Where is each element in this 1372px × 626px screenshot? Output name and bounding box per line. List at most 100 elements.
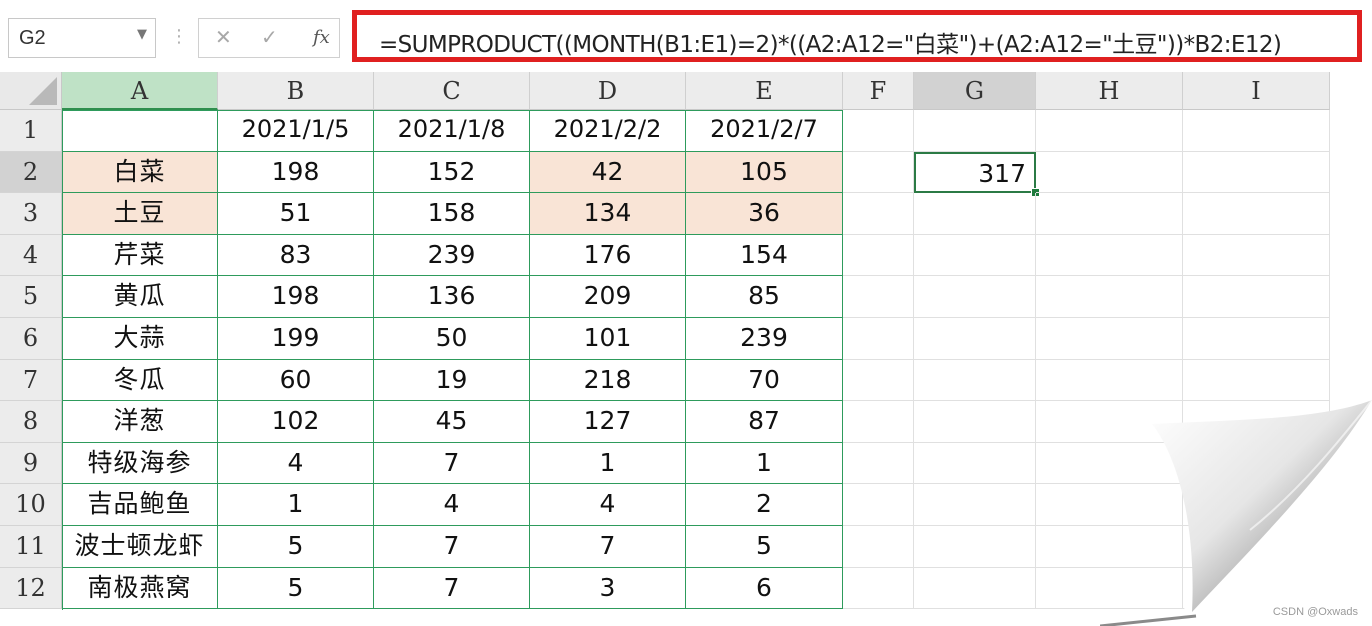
cell-h5[interactable] [1036, 276, 1183, 318]
cell-e6[interactable]: 239 [686, 318, 843, 360]
row-header-5[interactable]: 5 [0, 276, 62, 318]
column-header-h[interactable]: H [1036, 72, 1183, 110]
cell-a2[interactable]: 白菜 [62, 151, 218, 194]
cell-i3[interactable] [1183, 193, 1330, 235]
cell-f10[interactable] [843, 484, 914, 526]
cell-a7[interactable]: 冬瓜 [62, 359, 218, 402]
cell-a10[interactable]: 吉品鲍鱼 [62, 484, 218, 526]
cell-a5[interactable]: 黄瓜 [62, 276, 218, 318]
cell-c4[interactable]: 239 [374, 234, 530, 277]
cell-g4[interactable] [914, 234, 1036, 277]
cell-b1[interactable]: 2021/1/5 [218, 110, 374, 152]
cell-b12[interactable]: 5 [218, 567, 374, 610]
cell-f4[interactable] [843, 234, 914, 277]
cell-g1[interactable] [914, 110, 1036, 152]
cell-e10[interactable]: 2 [686, 484, 843, 526]
cell-a12[interactable]: 南极燕窝 [62, 567, 218, 610]
cell-a6[interactable]: 大蒜 [62, 318, 218, 360]
cell-c7[interactable]: 19 [374, 359, 530, 402]
cell-c12[interactable]: 7 [374, 567, 530, 610]
cell-h2[interactable] [1036, 151, 1183, 194]
cell-g5[interactable] [914, 276, 1036, 318]
cell-i6[interactable] [1183, 318, 1330, 360]
cell-f6[interactable] [843, 318, 914, 360]
cell-d4[interactable]: 176 [530, 234, 686, 277]
row-header-12[interactable]: 12 [0, 567, 62, 610]
select-all-corner[interactable] [0, 72, 62, 110]
cell-c8[interactable]: 45 [374, 401, 530, 443]
cell-a8[interactable]: 洋葱 [62, 401, 218, 443]
cell-c1[interactable]: 2021/1/8 [374, 110, 530, 152]
cell-a1[interactable] [62, 110, 218, 152]
chevron-down-icon[interactable]: ▼ [137, 27, 147, 42]
column-header-d[interactable]: D [530, 72, 686, 110]
column-header-c[interactable]: C [374, 72, 530, 110]
cell-e4[interactable]: 154 [686, 234, 843, 277]
cell-h1[interactable] [1036, 110, 1183, 152]
cell-e8[interactable]: 87 [686, 401, 843, 443]
cell-e12[interactable]: 6 [686, 567, 843, 610]
column-header-f[interactable]: F [843, 72, 914, 110]
name-box[interactable]: G2 ▼ [8, 18, 156, 58]
row-header-8[interactable]: 8 [0, 401, 62, 443]
cell-i1[interactable] [1183, 110, 1330, 152]
column-header-a[interactable]: A [62, 72, 218, 110]
cell-c10[interactable]: 4 [374, 484, 530, 526]
cell-b11[interactable]: 5 [218, 526, 374, 568]
drag-handle-icon[interactable]: ⋮ [170, 26, 188, 47]
cell-b7[interactable]: 60 [218, 359, 374, 402]
cell-c11[interactable]: 7 [374, 526, 530, 568]
cell-c9[interactable]: 7 [374, 442, 530, 485]
cell-b4[interactable]: 83 [218, 234, 374, 277]
cell-c6[interactable]: 50 [374, 318, 530, 360]
cell-g8[interactable] [914, 401, 1036, 443]
cell-d6[interactable]: 101 [530, 318, 686, 360]
cell-h3[interactable] [1036, 193, 1183, 235]
cell-h4[interactable] [1036, 234, 1183, 277]
cell-i2[interactable] [1183, 151, 1330, 194]
cell-d9[interactable]: 1 [530, 442, 686, 485]
cell-f2[interactable] [843, 151, 914, 194]
cell-e5[interactable]: 85 [686, 276, 843, 318]
cell-d5[interactable]: 209 [530, 276, 686, 318]
cell-c3[interactable]: 158 [374, 193, 530, 235]
cell-d7[interactable]: 218 [530, 359, 686, 402]
cell-a4[interactable]: 芹菜 [62, 234, 218, 277]
cell-g12[interactable] [914, 567, 1036, 610]
row-header-4[interactable]: 4 [0, 234, 62, 277]
insert-function-icon[interactable]: fx [313, 27, 330, 48]
cell-i4[interactable] [1183, 234, 1330, 277]
cell-d8[interactable]: 127 [530, 401, 686, 443]
cell-e3[interactable]: 36 [686, 193, 843, 235]
cell-b9[interactable]: 4 [218, 442, 374, 485]
cell-f8[interactable] [843, 401, 914, 443]
cell-b10[interactable]: 1 [218, 484, 374, 526]
cell-b6[interactable]: 199 [218, 318, 374, 360]
cell-f1[interactable] [843, 110, 914, 152]
cell-b5[interactable]: 198 [218, 276, 374, 318]
formula-input[interactable]: =SUMPRODUCT((MONTH(B1:E1)=2)*((A2:A12="白… [352, 10, 1362, 62]
cell-g7[interactable] [914, 359, 1036, 402]
cell-g6[interactable] [914, 318, 1036, 360]
cell-e7[interactable]: 70 [686, 359, 843, 402]
cell-a11[interactable]: 波士顿龙虾 [62, 526, 218, 568]
cell-i5[interactable] [1183, 276, 1330, 318]
cell-f12[interactable] [843, 567, 914, 610]
cell-d1[interactable]: 2021/2/2 [530, 110, 686, 152]
enter-icon[interactable]: ✓ [261, 25, 278, 49]
cancel-icon[interactable]: ✕ [215, 25, 232, 49]
column-header-b[interactable]: B [218, 72, 374, 110]
cell-c5[interactable]: 136 [374, 276, 530, 318]
row-header-7[interactable]: 7 [0, 359, 62, 402]
cell-g9[interactable] [914, 442, 1036, 485]
cell-b3[interactable]: 51 [218, 193, 374, 235]
cell-f7[interactable] [843, 359, 914, 402]
cell-g10[interactable] [914, 484, 1036, 526]
column-header-g[interactable]: G [914, 72, 1036, 110]
column-header-i[interactable]: I [1183, 72, 1330, 110]
cell-d10[interactable]: 4 [530, 484, 686, 526]
cell-e11[interactable]: 5 [686, 526, 843, 568]
row-header-3[interactable]: 3 [0, 193, 62, 235]
row-header-10[interactable]: 10 [0, 484, 62, 526]
cell-f11[interactable] [843, 526, 914, 568]
